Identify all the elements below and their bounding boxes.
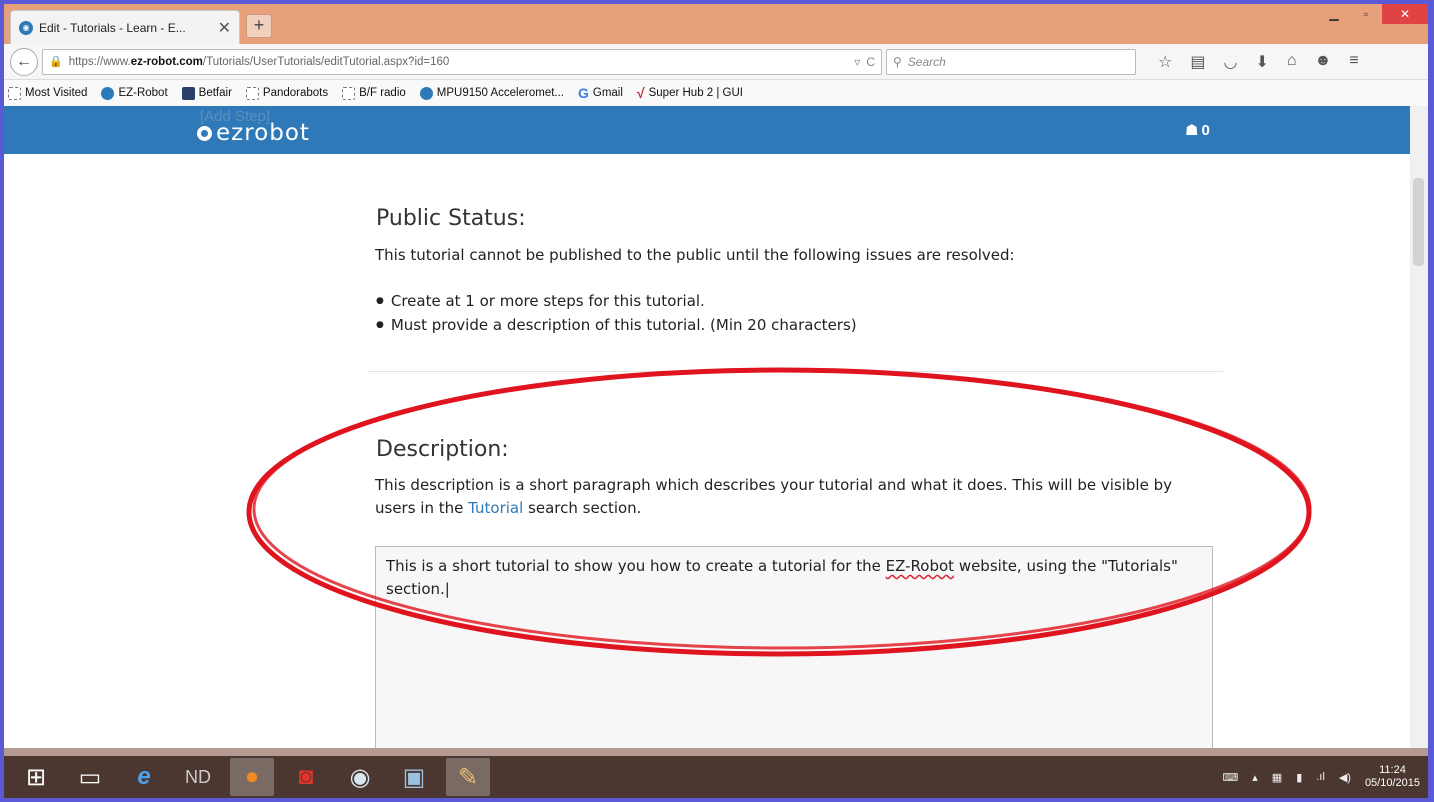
public-status-intro: This tutorial cannot be published to the… [375,246,1015,264]
system-tray: ⌨ ▴ ▦ ▮ .ıl ◀) 11:24 05/10/2015 [1222,764,1428,790]
tab-title: Edit - Tutorials - Learn - E... [39,20,186,35]
url-text: https://www.ez-robot.com/Tutorials/UserT… [68,55,450,68]
section-divider [368,371,1223,372]
file-explorer-icon[interactable]: ▭ [68,758,112,796]
tab-close-icon[interactable]: ✕ [218,18,231,38]
cart-button[interactable]: ☗ 0 [1185,121,1210,140]
keyboard-icon[interactable]: ⌨ [1222,771,1238,784]
cart-count: 0 [1201,121,1210,139]
bookmarks-toolbar: Most Visited EZ-Robot Betfair Pandorabot… [4,80,1428,106]
window-controls: ▁ ▫ ✕ [1318,4,1428,24]
star-folder-icon [8,86,21,100]
spellcheck-word: EZ-Robot [885,557,955,575]
toolbar-icons: ☆ ▤ ◡ ⬇ ⌂ ☻ ≡ [1158,52,1359,72]
red-tick-icon: √ [636,85,645,101]
pocket-icon[interactable]: ◡ [1223,52,1237,72]
firefox-icon[interactable]: ● [230,758,274,796]
new-tab-button[interactable]: + [246,14,272,38]
betfair-favicon [181,86,195,100]
disc-app-icon[interactable]: ◉ [338,758,382,796]
volume-icon[interactable]: ◀) [1339,771,1351,784]
internet-explorer-icon[interactable]: e [122,758,166,796]
reading-list-icon[interactable]: ▤ [1190,52,1205,72]
logo-icon [197,125,212,141]
reload-icon[interactable]: C [866,55,875,69]
windows-taskbar: ⊞ ▭ e ND ● ◙ ◉ ▣ ✎ ⌨ ▴ ▦ ▮ .ıl ◀) 11:24 … [4,756,1428,798]
back-button[interactable]: ← [10,47,38,76]
search-placeholder: Search [907,54,946,69]
bookmark-super-hub[interactable]: √ Super Hub 2 | GUI [637,85,743,101]
terminal-app-icon[interactable]: ▣ [392,758,436,796]
scrollbar-thumb[interactable] [1413,178,1424,266]
list-item: Must provide a description of this tutor… [376,313,857,337]
lock-icon: 🔒 [49,56,63,68]
tutorial-link[interactable]: Tutorial [468,499,523,517]
network-icon[interactable]: ▦ [1272,771,1282,784]
headphones-app-icon[interactable]: ◙ [284,758,328,796]
home-icon[interactable]: ⌂ [1287,52,1297,72]
page-bottom-strip [4,748,1428,756]
app-nd-icon[interactable]: ND [176,758,220,796]
bookmark-mpu9150[interactable]: MPU9150 Acceleromet... [419,86,564,100]
cart-icon: ☗ [1185,122,1199,139]
public-status-heading: Public Status: [376,206,526,231]
blank-page-icon [342,86,356,100]
chat-icon[interactable]: ☻ [1315,52,1332,72]
list-item: Create at 1 or more steps for this tutor… [376,289,857,313]
page-content: Public Status: This tutorial cannot be p… [4,154,1410,756]
browser-titlebar: ◉ Edit - Tutorials - Learn - E... ✕ + ▁ … [4,4,1428,44]
bookmark-ez-robot[interactable]: EZ-Robot [101,86,168,100]
site-header: [Add Step] ezrobot ☗ 0 [4,106,1410,154]
minimize-icon[interactable]: ▁ [1318,4,1350,24]
description-help-text: This description is a short paragraph wh… [375,476,1172,517]
navigation-toolbar: ← 🔒 https://www.ez-robot.com/Tutorials/U… [4,44,1428,80]
bookmark-star-icon[interactable]: ☆ [1158,52,1172,72]
tray-arrow-icon[interactable]: ▴ [1252,771,1258,784]
battery-icon[interactable]: ▮ [1296,771,1302,784]
address-bar[interactable]: 🔒 https://www.ez-robot.com/Tutorials/Use… [42,48,882,75]
browser-tab[interactable]: ◉ Edit - Tutorials - Learn - E... ✕ [10,10,240,44]
paint-app-icon[interactable]: ✎ [446,758,490,796]
search-input[interactable]: ⚲ Search [886,48,1136,75]
page-scrollbar[interactable] [1410,106,1428,748]
window-close-icon[interactable]: ✕ [1382,4,1428,24]
ezrobot-favicon [101,86,115,100]
signal-icon[interactable]: .ıl [1316,771,1325,783]
blank-page-icon [245,86,259,100]
bookmark-pandorabots[interactable]: Pandorabots [245,86,328,100]
download-icon[interactable]: ⬇ [1255,52,1268,72]
ezrobot-favicon [419,86,433,100]
maximize-icon[interactable]: ▫ [1350,4,1382,24]
bookmark-gmail[interactable]: G Gmail [578,85,623,101]
description-textarea[interactable]: This is a short tutorial to show you how… [375,546,1213,756]
bookmark-betfair[interactable]: Betfair [181,86,232,100]
description-heading: Description: [376,437,509,462]
bookmark-bf-radio[interactable]: B/F radio [342,86,406,100]
text-cursor: | [444,580,450,598]
screen: ◉ Edit - Tutorials - Learn - E... ✕ + ▁ … [4,4,1428,798]
clock[interactable]: 11:24 05/10/2015 [1365,764,1420,790]
back-arrow-icon: ← [16,52,32,70]
dropdown-arrow-icon[interactable]: ▿ [854,55,860,69]
bookmark-most-visited[interactable]: Most Visited [8,86,87,100]
ezrobot-logo[interactable]: ezrobot [197,120,310,146]
menu-icon[interactable]: ≡ [1349,52,1358,72]
issues-list: Create at 1 or more steps for this tutor… [376,289,857,337]
windows-start-icon[interactable]: ⊞ [14,758,58,796]
ezrobot-favicon: ◉ [19,20,33,35]
google-g-icon: G [578,85,589,101]
search-icon: ⚲ [893,54,902,69]
